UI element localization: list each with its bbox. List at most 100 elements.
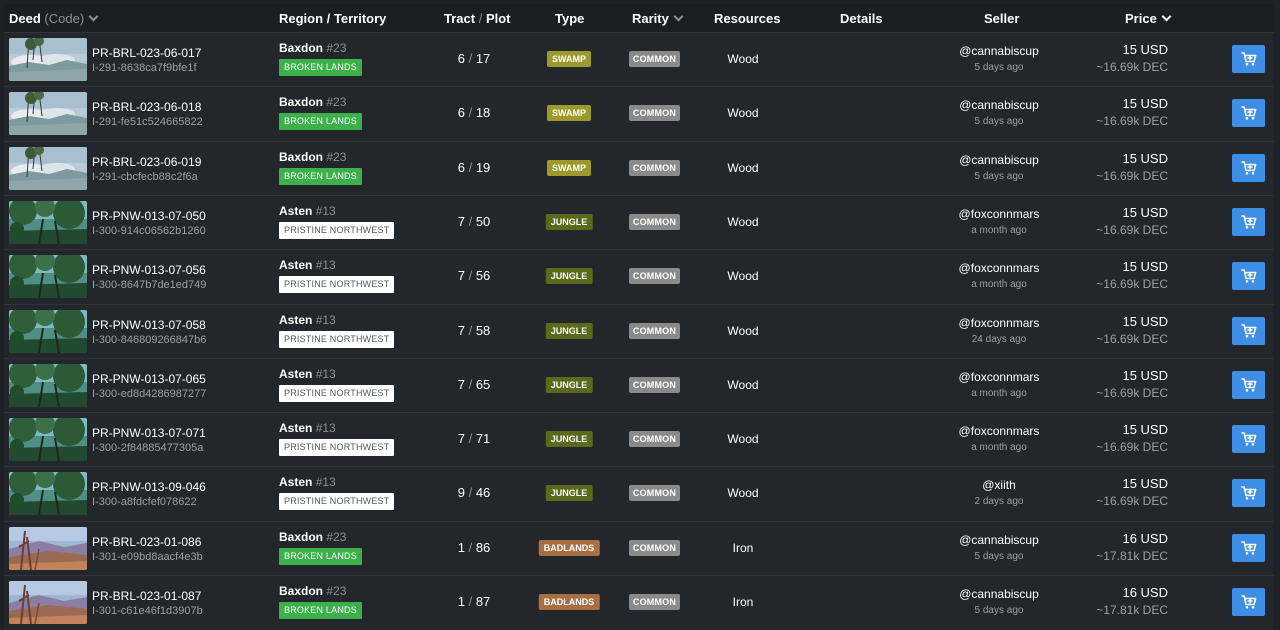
- region-name: Asten #13: [279, 258, 336, 272]
- deed-thumbnail[interactable]: [9, 363, 87, 407]
- seller-name[interactable]: @foxconnmars: [929, 424, 1069, 438]
- tract-header-label: Tract: [444, 11, 476, 26]
- deed-code[interactable]: PR-PNW-013-07-065: [92, 372, 206, 386]
- buy-button[interactable]: [1232, 479, 1265, 508]
- cart-icon: [1240, 160, 1256, 175]
- column-deed-header[interactable]: Deed (Code): [9, 11, 99, 26]
- tract-value: 6: [457, 51, 465, 66]
- deed-uid: I-301-c61e46f1d3907b: [92, 605, 203, 617]
- territory-badge: BROKEN LANDS: [279, 59, 362, 76]
- deed-thumbnail[interactable]: [9, 526, 87, 570]
- rarity-badge: COMMON: [629, 268, 680, 285]
- column-details-header: Details: [840, 11, 883, 26]
- region-name: Asten #13: [279, 367, 336, 381]
- deed-code[interactable]: PR-PNW-013-09-046: [92, 480, 206, 494]
- listed-time: a month ago: [971, 279, 1027, 291]
- region-number: #13: [315, 203, 336, 218]
- buy-button[interactable]: [1232, 262, 1265, 291]
- deed-thumbnail[interactable]: [9, 200, 87, 244]
- deed-header-label: Deed: [9, 11, 41, 26]
- deed-code[interactable]: PR-PNW-013-07-071: [92, 426, 206, 440]
- resource-label: Wood: [727, 214, 759, 229]
- plot-value: 17: [475, 51, 491, 66]
- deed-thumbnail[interactable]: [9, 309, 87, 353]
- tract-plot: 1 / 86: [424, 540, 524, 555]
- tract-sep: /: [468, 594, 473, 609]
- seller-name[interactable]: @foxconnmars: [929, 316, 1069, 330]
- deed-thumbnail[interactable]: [9, 92, 87, 136]
- buy-button[interactable]: [1232, 425, 1265, 454]
- deed-code[interactable]: PR-BRL-023-01-086: [92, 535, 201, 549]
- resource-label: Wood: [727, 269, 759, 284]
- type-badge: SWAMP: [546, 105, 592, 122]
- seller-name[interactable]: @cannabiscup: [929, 98, 1069, 112]
- resource-label: Iron: [732, 540, 754, 555]
- buy-button[interactable]: [1232, 207, 1265, 236]
- tract-sep: /: [468, 159, 473, 175]
- deed-code[interactable]: PR-BRL-023-06-019: [92, 155, 201, 169]
- seller-name[interactable]: @foxconnmars: [929, 370, 1069, 384]
- seller-name[interactable]: @xiith: [929, 478, 1069, 492]
- seller-name[interactable]: @cannabiscup: [929, 44, 1069, 58]
- region-number: #23: [326, 149, 347, 164]
- region-label: Baxdon: [279, 529, 324, 544]
- buy-button[interactable]: [1232, 370, 1265, 399]
- column-rarity-header[interactable]: Rarity: [632, 11, 684, 26]
- price-usd: 15 USD: [1122, 204, 1168, 220]
- plot-value: 58: [475, 322, 491, 338]
- price-usd: 16 USD: [1122, 530, 1168, 546]
- deed-thumbnail[interactable]: [9, 255, 87, 299]
- price-dec: ~16.69k DEC: [1096, 222, 1168, 237]
- tract-sep: /: [468, 51, 473, 66]
- listed-time: a month ago: [971, 442, 1027, 454]
- page: Deed (Code) Region / Territory Tract / P…: [0, 0, 1280, 630]
- region-number: #13: [315, 421, 336, 436]
- cart-icon: [1240, 269, 1256, 283]
- seller-name[interactable]: @foxconnmars: [929, 261, 1069, 275]
- table-row: PR-PNW-013-07-050 I-300-914c06562b1260 A…: [4, 194, 1274, 248]
- buy-button[interactable]: [1232, 45, 1265, 73]
- deed-thumbnail[interactable]: [9, 581, 87, 624]
- seller-name[interactable]: @cannabiscup: [929, 587, 1069, 601]
- deed-code[interactable]: PR-BRL-023-06-018: [92, 100, 201, 114]
- deed-thumbnail[interactable]: [9, 146, 87, 190]
- tract-plot: 6 / 19: [424, 160, 524, 175]
- price-usd: 15 USD: [1122, 313, 1168, 329]
- buy-button[interactable]: [1232, 316, 1265, 345]
- listed-time: 5 days ago: [974, 605, 1024, 616]
- seller-name[interactable]: @foxconnmars: [929, 207, 1069, 221]
- deed-code[interactable]: PR-BRL-023-01-087: [92, 589, 201, 603]
- seller-name[interactable]: @cannabiscup: [929, 533, 1069, 547]
- buy-button[interactable]: [1232, 533, 1265, 562]
- buy-button[interactable]: [1232, 153, 1265, 182]
- deed-thumbnail[interactable]: [9, 472, 87, 516]
- region-label: Baxdon: [279, 584, 324, 598]
- deed-code[interactable]: PR-PNW-013-07-056: [92, 263, 206, 277]
- deed-code[interactable]: PR-PNW-013-07-050: [92, 209, 206, 223]
- listed-time: 5 days ago: [974, 62, 1024, 73]
- buy-button[interactable]: [1232, 99, 1265, 128]
- tract-value: 7: [457, 322, 465, 338]
- region-number: #13: [315, 312, 336, 327]
- rarity-badge: COMMON: [629, 213, 680, 230]
- tract-sep: /: [468, 376, 473, 392]
- deed-uid: I-291-cbcfecb88c2f6a: [92, 170, 198, 183]
- deed-thumbnail[interactable]: [9, 418, 87, 462]
- buy-button[interactable]: [1232, 588, 1265, 616]
- territory-badge: PRISTINE NORTHWEST: [279, 493, 395, 511]
- tract-plot: 6 / 17: [424, 51, 524, 66]
- tract-header-sep: /: [478, 11, 483, 26]
- table-row: PR-BRL-023-06-019 I-291-cbcfecb88c2f6a B…: [4, 140, 1274, 194]
- table-row: PR-BRL-023-01-087 I-301-c61e46f1d3907b B…: [4, 575, 1274, 628]
- column-tract-plot-header: Tract / Plot: [444, 11, 511, 26]
- column-price-header[interactable]: Price: [1125, 11, 1172, 26]
- tract-sep: /: [468, 485, 473, 501]
- deed-thumbnail[interactable]: [9, 38, 87, 81]
- deed-code[interactable]: PR-PNW-013-07-058: [92, 318, 206, 332]
- deed-uid: I-300-914c06562b1260: [92, 224, 206, 237]
- region-label: Asten: [279, 475, 313, 490]
- seller-name[interactable]: @cannabiscup: [929, 153, 1069, 167]
- cart-icon: [1240, 595, 1256, 609]
- deed-code[interactable]: PR-BRL-023-06-017: [92, 46, 201, 60]
- price-header-label: Price: [1125, 11, 1157, 26]
